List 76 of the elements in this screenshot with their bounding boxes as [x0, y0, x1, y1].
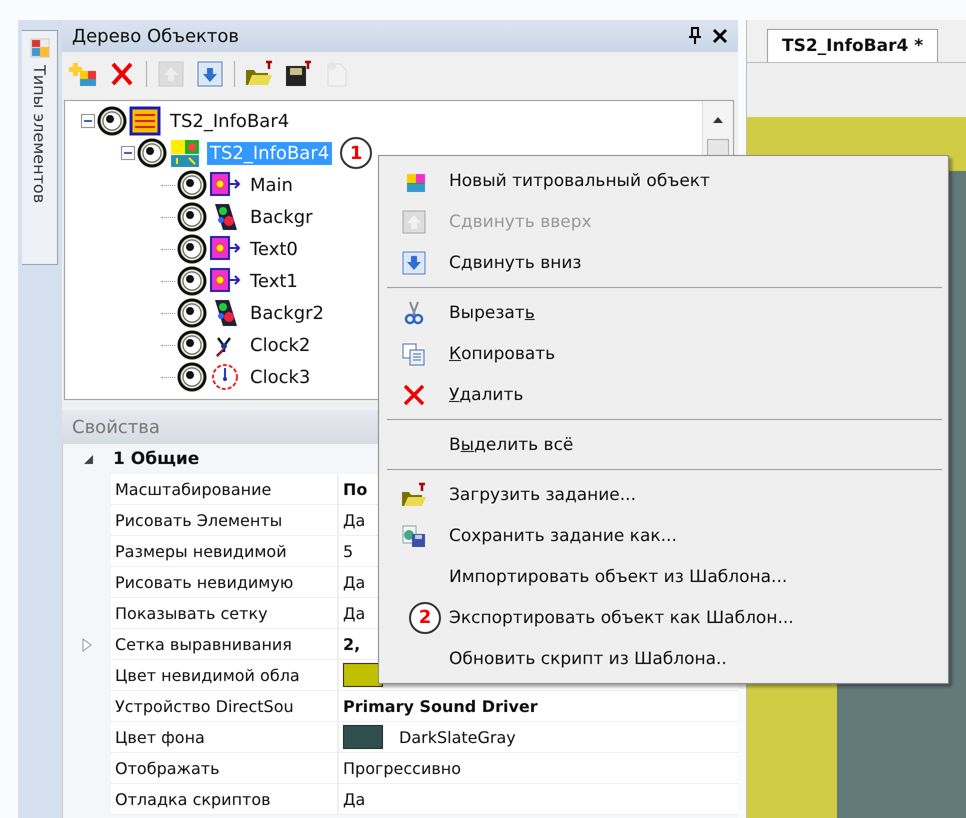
callout-marker: 2: [409, 602, 441, 634]
property-value[interactable]: Да: [343, 604, 366, 622]
panel-title: Дерево Объектов: [72, 26, 240, 46]
property-name: Цвет фона: [111, 722, 339, 753]
property-name: Показывать сетку: [111, 598, 339, 629]
tree-node-label[interactable]: Clock3: [247, 366, 314, 388]
property-name: Отображать: [111, 753, 339, 784]
menu-item[interactable]: Загрузить задание...: [379, 474, 948, 515]
menu-item[interactable]: Импортировать объект из Шаблона...: [379, 556, 948, 597]
side-tab[interactable]: Типы элементов: [22, 30, 58, 265]
scene-node-icon: [129, 106, 161, 136]
save-toolbar-icon[interactable]: [283, 60, 313, 88]
copy-icon: [401, 340, 427, 366]
property-value[interactable]: DarkSlateGray: [399, 728, 516, 746]
eye-icon[interactable]: [97, 106, 127, 136]
blocks-icon: [28, 37, 50, 59]
tree-node-label[interactable]: Main: [247, 174, 296, 196]
expander-icon[interactable]: [121, 146, 135, 160]
property-name: Масштабирование: [111, 474, 339, 505]
property-value[interactable]: Прогрессивно: [343, 758, 462, 778]
tree-node-label[interactable]: Text1: [247, 270, 301, 292]
property-name: Цвет невидимой обла: [111, 660, 339, 691]
property-name: Отладка скриптов: [111, 784, 339, 815]
menu-item[interactable]: Сохранить задание как...: [379, 515, 948, 556]
side-tab-label: Типы элементов: [30, 65, 49, 204]
property-value[interactable]: Да: [343, 510, 366, 530]
add-toolbar-icon[interactable]: [68, 60, 98, 88]
menu-item[interactable]: 2 Экспортировать объект как Шаблон...: [379, 597, 948, 638]
scroll-up-icon[interactable]: [712, 115, 724, 125]
menu-item[interactable]: Вырезать: [379, 292, 948, 333]
document-tab[interactable]: TS2_InfoBar4 *: [767, 29, 938, 62]
property-name: Рисовать Элементы: [111, 505, 339, 536]
property-name: Рисовать невидимую: [111, 567, 339, 598]
menu-item[interactable]: Удалить: [379, 374, 948, 415]
property-name: Размеры невидимой: [111, 536, 339, 567]
eye-icon[interactable]: [177, 266, 207, 296]
group-node-icon: [169, 138, 201, 168]
collapse-triangle-icon[interactable]: [83, 453, 95, 465]
callout-marker: 1: [340, 137, 372, 169]
menu-item[interactable]: Копировать: [379, 333, 948, 374]
tree-node-label[interactable]: TS2_InfoBar4: [167, 110, 292, 132]
menu-item[interactable]: Новый титровальный объект: [379, 160, 948, 201]
property-name: Сетка выравнивания: [111, 629, 339, 660]
eye-icon[interactable]: [137, 138, 167, 168]
expander-icon[interactable]: [81, 114, 95, 128]
category-label[interactable]: 1 Общие: [113, 449, 200, 469]
eye-icon[interactable]: [177, 170, 207, 200]
tree-node-label[interactable]: Backgr: [247, 206, 316, 228]
open-icon: [401, 482, 427, 508]
eye-icon[interactable]: [177, 234, 207, 264]
menu-item[interactable]: Обновить скрипт из Шаблона..: [379, 638, 948, 679]
eye-icon[interactable]: [177, 330, 207, 360]
property-value[interactable]: 5: [343, 542, 354, 560]
property-value[interactable]: По: [343, 480, 368, 498]
menu-item[interactable]: Выделить всё: [379, 424, 948, 465]
eye-icon[interactable]: [177, 202, 207, 232]
close-icon[interactable]: [712, 28, 728, 44]
expand-triangle-icon[interactable]: [81, 636, 93, 652]
property-value[interactable]: 2,: [343, 634, 360, 654]
down-toolbar-icon[interactable]: [195, 60, 225, 88]
panel-title: Свойства: [72, 416, 160, 438]
up-icon: [401, 208, 427, 234]
save-icon: [401, 522, 427, 548]
open-toolbar-icon[interactable]: [244, 60, 274, 88]
down-icon: [401, 250, 427, 276]
menu-item[interactable]: Сдвинуть вниз: [379, 242, 948, 283]
property-name: Устройство DirectSou: [111, 691, 339, 722]
property-value[interactable]: Да: [343, 790, 366, 808]
tree-node-label[interactable]: Clock2: [247, 334, 314, 356]
pin-icon[interactable]: [688, 27, 702, 45]
tree-node-label[interactable]: Text0: [247, 238, 301, 260]
eye-icon[interactable]: [177, 362, 207, 392]
eye-icon[interactable]: [177, 298, 207, 328]
analog-clock-node-icon: [209, 362, 241, 392]
property-value[interactable]: Да: [343, 572, 366, 592]
tree-node-label[interactable]: Backgr2: [247, 302, 327, 324]
